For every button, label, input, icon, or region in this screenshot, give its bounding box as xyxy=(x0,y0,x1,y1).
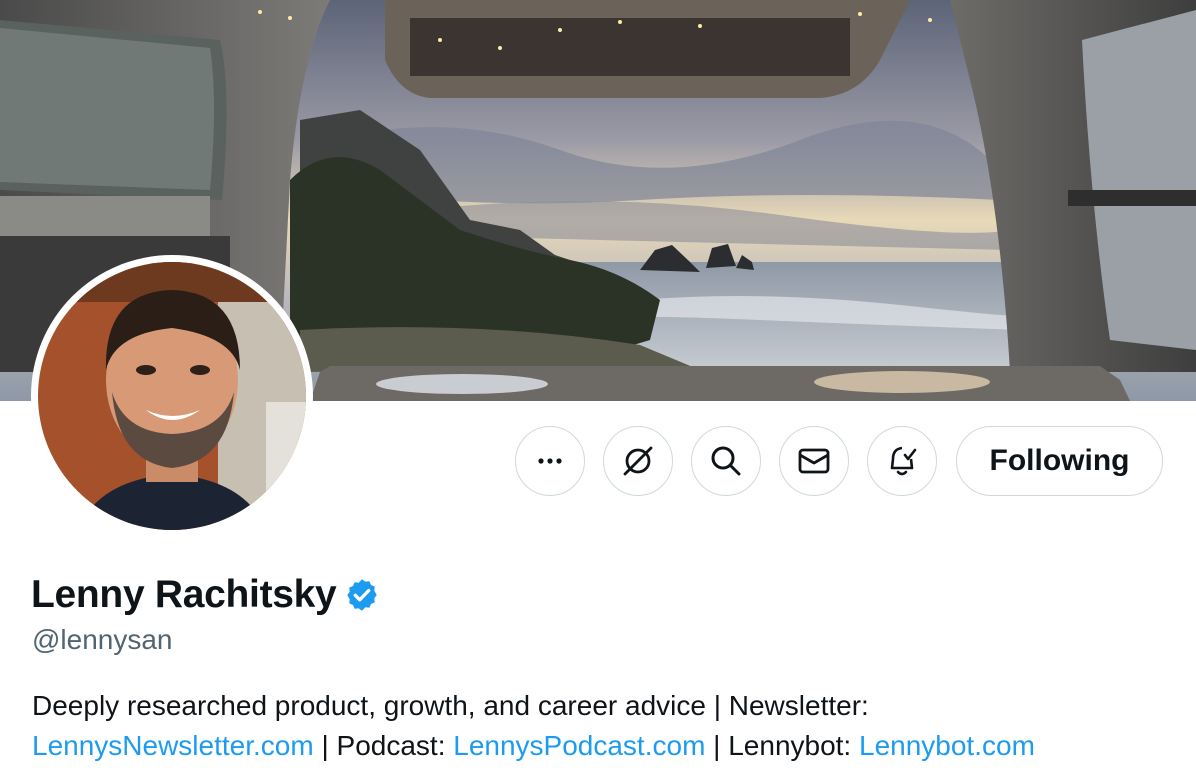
search-icon xyxy=(711,446,741,476)
bio-separator-podcast: | Podcast: xyxy=(313,730,454,761)
notifications-button[interactable] xyxy=(867,426,937,496)
bio-line-1: Deeply researched product, growth, and c… xyxy=(32,690,869,721)
display-name: Lenny Rachitsky xyxy=(31,573,337,616)
bell-check-icon xyxy=(890,446,917,476)
podcast-link[interactable]: LennysPodcast.com xyxy=(453,730,705,761)
profile-avatar[interactable] xyxy=(31,255,313,537)
search-button[interactable] xyxy=(691,426,761,496)
grok-icon xyxy=(623,446,653,476)
following-button[interactable]: Following xyxy=(956,426,1163,496)
lennybot-link[interactable]: Lennybot.com xyxy=(859,730,1035,761)
grok-button[interactable] xyxy=(603,426,673,496)
name-row: Lenny Rachitsky xyxy=(31,570,380,620)
message-button[interactable] xyxy=(779,426,849,496)
user-handle: @lennysan xyxy=(32,624,173,655)
envelope-icon xyxy=(798,448,830,474)
bio-line-2: LennysNewsletter.com | Podcast: LennysPo… xyxy=(32,726,1182,766)
newsletter-link[interactable]: LennysNewsletter.com xyxy=(32,730,314,761)
avatar-image xyxy=(38,262,306,530)
profile-bio: Deeply researched product, growth, and c… xyxy=(32,686,1182,766)
more-button[interactable] xyxy=(515,426,585,496)
verified-badge-icon[interactable] xyxy=(344,577,380,613)
more-horizontal-icon xyxy=(538,458,562,464)
bio-separator-lennybot: | Lennybot: xyxy=(705,730,859,761)
profile-page: Following Lenny Rachitsky @lennysan Deep… xyxy=(0,0,1196,780)
